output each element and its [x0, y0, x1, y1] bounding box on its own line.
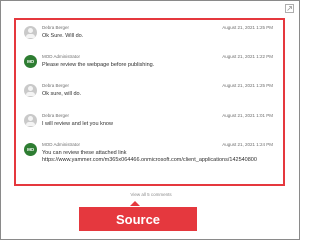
comment-author: Debra Berger	[42, 83, 70, 88]
comment-timestamp: August 21, 2021 1:25 PM	[222, 25, 273, 30]
comment-timestamp: August 21, 2021 1:01 PM	[222, 113, 273, 118]
comment-text: Please review the webpage before publish…	[42, 62, 155, 68]
comment-item: Debra Berger August 21, 2021 1:25 PM Ok …	[20, 82, 279, 112]
comment-item: MO MOD Administrator August 21, 2021 1:2…	[20, 53, 279, 83]
comment-text: Ok Sure. Will do.	[42, 33, 84, 39]
comments-list: Debra Berger August 21, 2021 1:25 PM Ok …	[14, 18, 285, 186]
comment-item: Debra Berger August 21, 2021 1:25 PM Ok …	[20, 24, 279, 54]
comment-text: I will review and let you know	[42, 121, 113, 127]
expand-icon[interactable]	[285, 4, 294, 13]
comment-text: Ok sure, will do.	[42, 91, 82, 97]
comment-item: Debra Berger August 21, 2021 1:01 PM I w…	[20, 112, 279, 142]
comment-timestamp: August 21, 2021 1:22 PM	[222, 54, 273, 59]
source-label: Source	[79, 207, 197, 231]
comment-timestamp: August 21, 2021 1:24 PM	[222, 142, 273, 147]
comment-author: MOD Administrator	[42, 54, 81, 59]
initials-avatar: MO	[24, 55, 37, 68]
comments-panel: Debra Berger August 21, 2021 1:25 PM Ok …	[0, 0, 300, 240]
comment-author: Debra Berger	[42, 113, 70, 118]
comment-link[interactable]: https://www.yammer.com/m365x064466.onmic…	[42, 157, 257, 164]
source-callout: Source	[79, 201, 197, 232]
initials-avatar: MO	[24, 143, 37, 156]
user-avatar-icon	[24, 114, 37, 127]
comment-timestamp: August 21, 2021 1:25 PM	[222, 83, 273, 88]
comment-author: Debra Berger	[42, 25, 70, 30]
comment-text: You can review these attached link https…	[42, 150, 257, 163]
view-all-comments-link[interactable]: View all 5 comments	[1, 192, 301, 197]
comment-item: MO MOD Administrator August 21, 2021 1:2…	[20, 141, 279, 177]
user-avatar-icon	[24, 26, 37, 39]
comment-author: MOD Administrator	[42, 142, 81, 147]
user-avatar-icon	[24, 84, 37, 97]
